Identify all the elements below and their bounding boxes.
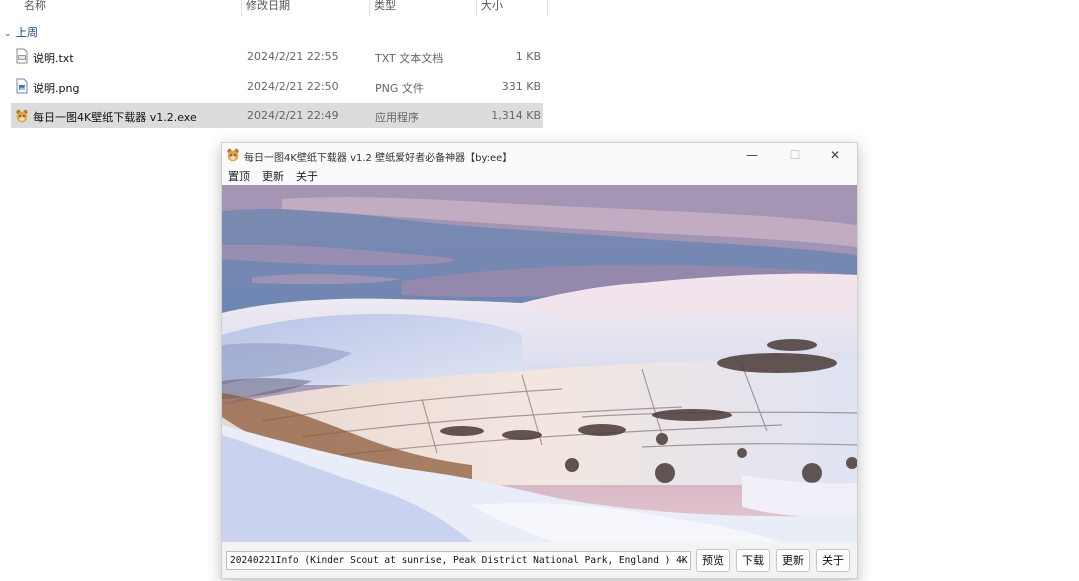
window-title: 每日一图4K壁纸下载器 v1.2 壁纸爱好者必备神器【by:ee】 bbox=[244, 153, 513, 164]
file-name: 说明.png bbox=[33, 82, 80, 95]
file-date: 2024/2/21 22:50 bbox=[247, 80, 339, 93]
chevron-down-icon[interactable]: ⌄ bbox=[679, 554, 687, 565]
column-name[interactable]: 名称 bbox=[24, 0, 46, 13]
file-size: 331 KB bbox=[501, 80, 541, 93]
file-size: 1,314 KB bbox=[491, 109, 541, 122]
menu-item-pin-top[interactable]: 置顶 bbox=[228, 168, 250, 184]
download-button[interactable]: 下载 bbox=[736, 549, 770, 572]
group-label: 上周 bbox=[16, 26, 38, 39]
file-explorer: 名称 修改日期 类型 大小 ⌄ 上周 说明.txt 2024/2/21 22:55… bbox=[0, 0, 560, 140]
column-header-row: 名称 修改日期 类型 大小 bbox=[0, 0, 548, 16]
file-type: TXT 文本文档 bbox=[375, 52, 444, 65]
wallpaper-info-text: 20240221Info (Kinder Scout at sunrise, P… bbox=[230, 555, 688, 566]
column-divider[interactable] bbox=[476, 0, 477, 16]
app-exe-icon bbox=[16, 109, 28, 123]
group-header[interactable]: ⌄ 上周 bbox=[4, 24, 38, 40]
file-name: 每日一图4K壁纸下载器 v1.2.exe bbox=[33, 111, 197, 124]
column-type[interactable]: 类型 bbox=[374, 0, 396, 13]
file-row[interactable]: 说明.png 2024/2/21 22:50 PNG 文件 331 KB bbox=[11, 74, 543, 99]
close-button[interactable]: ✕ bbox=[813, 143, 857, 167]
file-type: PNG 文件 bbox=[375, 82, 424, 95]
png-file-icon bbox=[16, 78, 28, 94]
about-button[interactable]: 关于 bbox=[816, 549, 850, 572]
app-logo-icon bbox=[227, 148, 239, 162]
column-date[interactable]: 修改日期 bbox=[246, 0, 290, 13]
maximize-button[interactable]: ☐ bbox=[773, 143, 817, 167]
menu-bar: 置顶 更新 关于 bbox=[222, 167, 857, 185]
wallpaper-preview-image bbox=[222, 185, 857, 542]
file-date: 2024/2/21 22:55 bbox=[247, 50, 339, 63]
column-divider[interactable] bbox=[369, 0, 370, 16]
title-bar[interactable]: 每日一图4K壁纸下载器 v1.2 壁纸爱好者必备神器【by:ee】 — ☐ ✕ bbox=[222, 143, 857, 167]
txt-file-icon bbox=[16, 48, 28, 64]
file-type: 应用程序 bbox=[375, 111, 419, 124]
bottom-toolbar: 20240221Info (Kinder Scout at sunrise, P… bbox=[222, 542, 857, 578]
column-divider[interactable] bbox=[547, 0, 548, 16]
wallpaper-downloader-window: 每日一图4K壁纸下载器 v1.2 壁纸爱好者必备神器【by:ee】 — ☐ ✕ … bbox=[221, 142, 858, 579]
wallpaper-info-dropdown[interactable]: 20240221Info (Kinder Scout at sunrise, P… bbox=[226, 551, 691, 570]
column-size[interactable]: 大小 bbox=[481, 0, 503, 13]
chevron-down-icon: ⌄ bbox=[4, 29, 12, 39]
file-date: 2024/2/21 22:49 bbox=[247, 109, 339, 122]
file-size: 1 KB bbox=[515, 50, 541, 63]
file-row[interactable]: 说明.txt 2024/2/21 22:55 TXT 文本文档 1 KB bbox=[11, 44, 543, 69]
update-button[interactable]: 更新 bbox=[776, 549, 810, 572]
file-name: 说明.txt bbox=[33, 52, 74, 65]
menu-item-update[interactable]: 更新 bbox=[262, 168, 284, 184]
preview-button[interactable]: 预览 bbox=[696, 549, 730, 572]
file-row-selected[interactable]: 每日一图4K壁纸下载器 v1.2.exe 2024/2/21 22:49 应用程… bbox=[11, 103, 543, 128]
menu-item-about[interactable]: 关于 bbox=[296, 168, 318, 184]
minimize-button[interactable]: — bbox=[730, 143, 774, 167]
column-divider[interactable] bbox=[241, 0, 242, 16]
